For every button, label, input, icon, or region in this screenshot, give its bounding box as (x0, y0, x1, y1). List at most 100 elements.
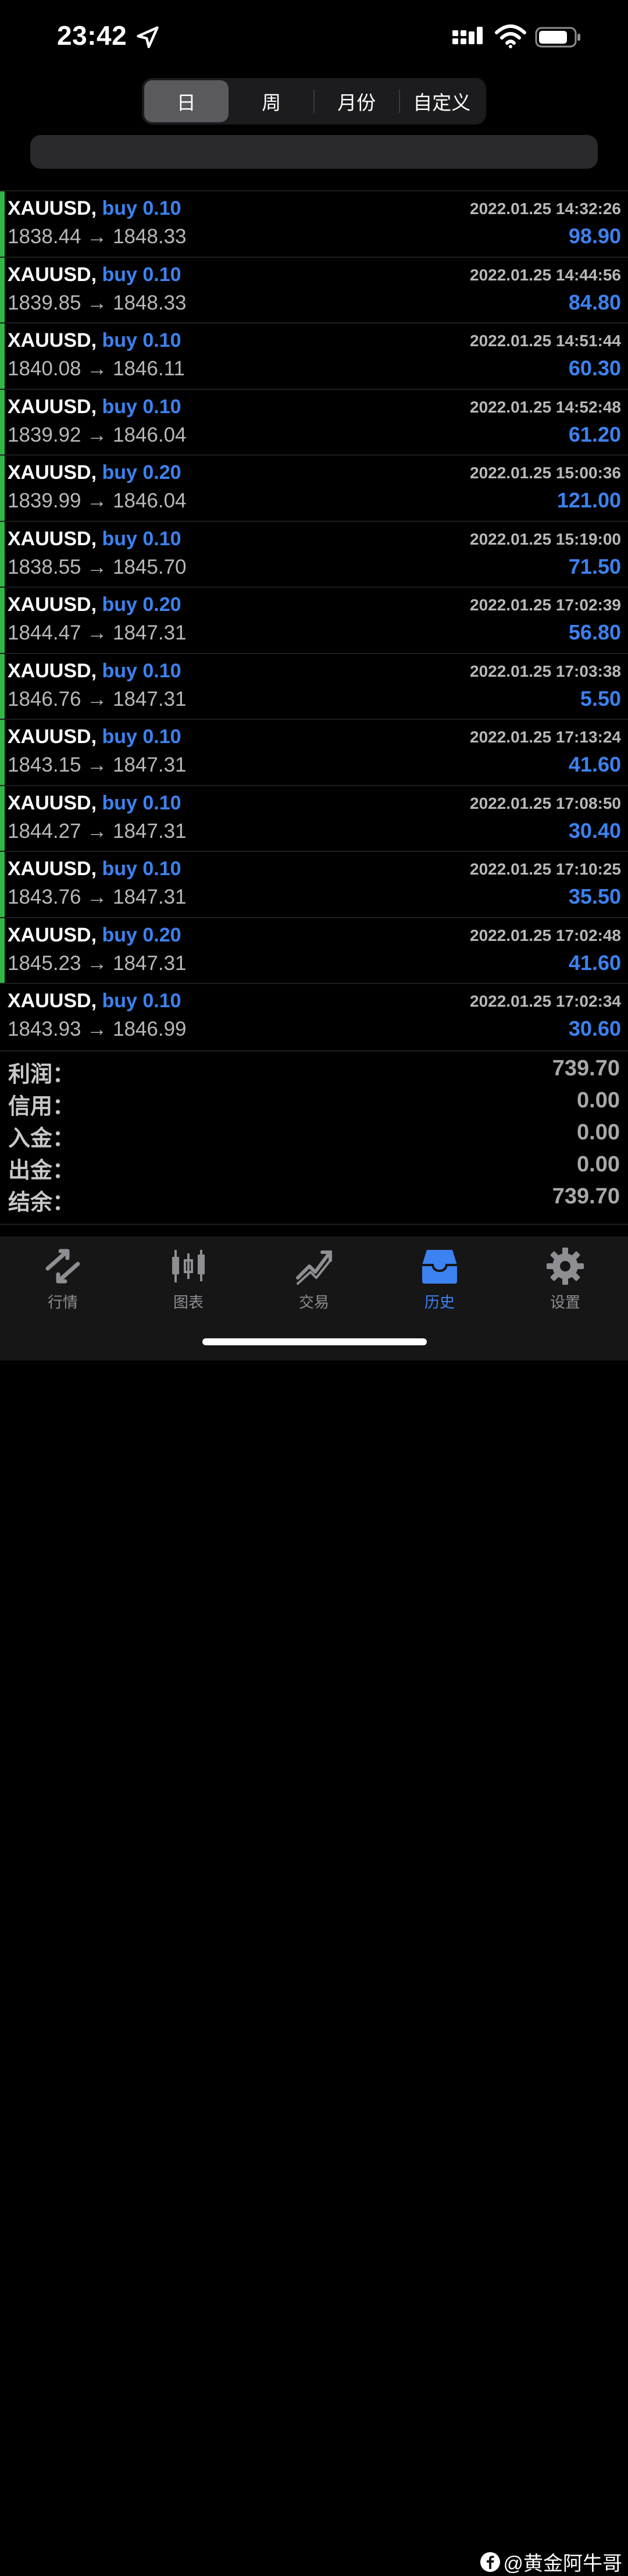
trade-symbol: XAUUSD, buy 0.10 (8, 792, 181, 815)
trade-side-volume: buy 0.10 (102, 395, 181, 418)
trade-time: 2022.01.25 15:00:36 (470, 464, 621, 482)
trade-profit: 30.60 (568, 1017, 621, 1040)
watermark-text: @黄金阿牛哥 (503, 2553, 622, 2575)
trade-row[interactable]: XAUUSD, buy 0.10 1838.44 → 1848.33 2022.01… (0, 190, 628, 257)
trade-prices: 1840.08 → 1846.11 (8, 357, 185, 381)
summary-row: 利润： 739.70 (0, 1051, 628, 1087)
summary-divider (0, 1224, 628, 1225)
trade-row[interactable]: XAUUSD, buy 0.10 1840.08 → 1846.11 2022.01… (0, 322, 628, 389)
trade-profit: 35.50 (568, 884, 621, 908)
trade-side-volume: buy 0.10 (102, 197, 181, 219)
close-price: 1847.31 (112, 621, 187, 644)
trade-time: 2022.01.25 17:02:48 (470, 926, 621, 944)
trade-history-list: XAUUSD, buy 0.10 1838.44 → 1848.33 2022.01… (0, 190, 628, 1049)
trade-row[interactable]: XAUUSD, buy 0.20 1844.47 → 1847.31 2022.01… (0, 587, 628, 653)
arrow-right-icon: → (81, 225, 113, 248)
trade-time: 2022.01.25 14:44:56 (470, 265, 621, 284)
segment-day[interactable]: 日 (144, 80, 229, 122)
trade-row[interactable]: XAUUSD, buy 0.10 1838.55 → 1845.70 2022.01… (0, 520, 628, 587)
arrow-right-icon: → (81, 291, 113, 314)
cellular-signal-icon (452, 27, 483, 44)
trade-side-volume: buy 0.10 (102, 726, 181, 748)
location-arrow-icon (137, 26, 159, 48)
trade-profit: 71.50 (568, 554, 621, 578)
trade-prices: 1838.44 → 1848.33 (8, 225, 187, 248)
segment-month[interactable]: 月份 (315, 80, 399, 122)
trade-row[interactable]: XAUUSD, buy 0.10 1839.92 → 1846.04 2022.01… (0, 388, 628, 455)
trade-prices: 1839.85 → 1848.33 (8, 292, 187, 315)
trade-prices: 1843.93 → 1846.99 (8, 1018, 187, 1041)
trade-profit: 56.80 (568, 620, 621, 644)
segment-week[interactable]: 周 (230, 80, 314, 122)
summary-row: 出金： 0.00 (0, 1147, 628, 1183)
trade-prices: 1839.92 → 1846.04 (8, 424, 187, 447)
trade-time: 2022.01.25 17:02:39 (470, 596, 621, 614)
trade-side-volume: buy 0.10 (102, 659, 181, 682)
trade-profit: 30.40 (568, 818, 621, 843)
account-summary: 利润： 739.70 信用： 0.00 入金： 0.00 出金： 0.00 结余： 739.70 (0, 1050, 628, 1215)
close-price: 1847.31 (112, 886, 187, 908)
open-price: 1839.92 (8, 423, 81, 446)
trade-time: 2022.01.25 17:03:38 (470, 662, 621, 680)
tab-history[interactable]: 历史 (377, 1245, 502, 1312)
close-price: 1848.33 (112, 225, 187, 248)
trade-symbol: XAUUSD, buy 0.10 (8, 396, 181, 418)
watermark: @黄金阿牛哥 (480, 2547, 622, 2576)
summary-row: 入金： 0.00 (0, 1115, 628, 1151)
trade-time: 2022.01.25 14:32:26 (470, 200, 621, 218)
trade-side-volume: buy 0.20 (102, 461, 181, 484)
filter-bar[interactable] (30, 135, 598, 169)
trade-prices: 1838.55 → 1845.70 (8, 556, 187, 579)
open-price: 1844.47 (8, 621, 81, 644)
trade-row[interactable]: XAUUSD, buy 0.20 1839.99 → 1846.04 2022.01… (0, 454, 628, 521)
arrow-right-icon: → (81, 489, 113, 512)
trade-profit: 84.80 (568, 290, 621, 314)
open-price: 1839.85 (8, 291, 81, 314)
trade-row[interactable]: XAUUSD, buy 0.10 1843.15 → 1847.31 2022.01… (0, 719, 628, 785)
trade-row[interactable]: XAUUSD, buy 0.10 1843.93 → 1846.99 2022.01… (0, 983, 628, 1049)
trade-profit: 5.50 (580, 686, 621, 710)
trade-row[interactable]: XAUUSD, buy 0.10 1844.27 → 1847.31 2022.01… (0, 784, 628, 851)
symbol-name: XAUUSD, (8, 923, 97, 946)
open-price: 1846.76 (8, 687, 81, 710)
tab-label: 设置 (550, 1294, 580, 1311)
trade-row[interactable]: XAUUSD, buy 0.20 1845.23 → 1847.31 2022.01… (0, 916, 628, 983)
close-price: 1846.04 (112, 423, 187, 446)
trade-row[interactable]: XAUUSD, buy 0.10 1846.76 → 1847.31 2022.01… (0, 652, 628, 719)
open-price: 1839.99 (8, 489, 81, 512)
home-indicator[interactable] (202, 1338, 427, 1345)
trade-side-volume: buy 0.20 (102, 923, 181, 946)
trade-icon (296, 1250, 332, 1285)
symbol-name: XAUUSD, (8, 990, 97, 1012)
trade-side-volume: buy 0.10 (102, 329, 181, 351)
symbol-name: XAUUSD, (8, 395, 97, 418)
trade-side-volume: buy 0.20 (102, 594, 181, 616)
trade-side-volume: buy 0.10 (102, 263, 181, 286)
trade-prices: 1844.27 → 1847.31 (8, 820, 187, 843)
summary-value: 0.00 (577, 1088, 620, 1113)
trade-symbol: XAUUSD, buy 0.20 (8, 924, 181, 947)
close-price: 1846.11 (112, 357, 185, 380)
trade-row[interactable]: XAUUSD, buy 0.10 1843.76 → 1847.31 2022.01… (0, 851, 628, 917)
trade-time: 2022.01.25 17:08:50 (470, 794, 621, 812)
segment-custom[interactable]: 自定义 (400, 80, 484, 122)
summary-row: 结余： 739.70 (0, 1179, 628, 1215)
trade-prices: 1844.47 → 1847.31 (8, 621, 187, 645)
wifi-icon (495, 24, 526, 48)
open-price: 1838.44 (8, 225, 81, 248)
tab-trade[interactable]: 交易 (251, 1245, 377, 1312)
tab-chart[interactable]: 图表 (126, 1245, 251, 1312)
trade-time: 2022.01.25 14:51:44 (470, 332, 621, 350)
trade-side-volume: buy 0.10 (102, 527, 181, 550)
trade-symbol: XAUUSD, buy 0.10 (8, 660, 181, 683)
open-price: 1838.55 (8, 555, 81, 578)
trade-side-volume: buy 0.10 (102, 990, 181, 1012)
trade-symbol: XAUUSD, buy 0.20 (8, 461, 181, 484)
arrow-right-icon: → (81, 1018, 113, 1040)
tab-quotes[interactable]: 行情 (0, 1245, 126, 1312)
trade-row[interactable]: XAUUSD, buy 0.10 1839.85 → 1848.33 2022.01… (0, 256, 628, 323)
symbol-name: XAUUSD, (8, 329, 97, 351)
arrow-right-icon: → (81, 423, 113, 446)
facebook-logo-icon (480, 2552, 501, 2572)
tab-settings[interactable]: 设置 (502, 1245, 628, 1312)
